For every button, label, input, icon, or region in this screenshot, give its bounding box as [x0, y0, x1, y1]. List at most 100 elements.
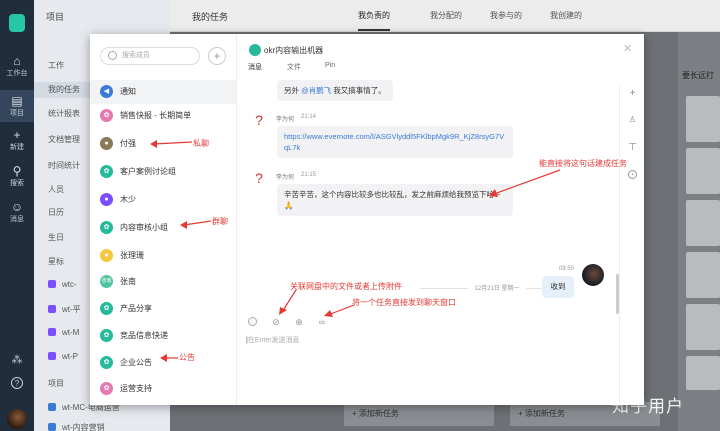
- main-header: 我的任务 我负责的 我分配的 我参与的 我创建的: [170, 0, 720, 32]
- tab-files[interactable]: 文件: [287, 62, 301, 72]
- sidebar-star-item[interactable]: wt-M: [48, 328, 79, 337]
- message-time: 21:15: [301, 172, 317, 178]
- close-icon[interactable]: ✕: [623, 42, 632, 55]
- project-dot: [48, 403, 56, 411]
- rail-item-messages[interactable]: ☺ 消息: [0, 200, 34, 224]
- tab-my-created[interactable]: 我创建的: [550, 10, 582, 21]
- message-bubble[interactable]: 辛苦辛苦，这个内容比较多也比较乱，发之前麻烦给我预览下哈 ~ 🙏: [277, 184, 513, 216]
- message-bubble[interactable]: 另外 @肖鹏飞 我又搞事情了。: [277, 80, 393, 101]
- task-card[interactable]: [686, 304, 720, 350]
- sidebar-item[interactable]: 人员: [48, 184, 64, 195]
- notification-icon: ◀: [100, 85, 113, 98]
- project-icon: ▤: [11, 94, 23, 108]
- avatar[interactable]: ?: [251, 112, 267, 128]
- contact-item[interactable]: ● 木少: [90, 188, 237, 212]
- task-card[interactable]: [686, 200, 720, 246]
- add-task-button[interactable]: + 添加新任务: [344, 402, 494, 426]
- pin-top-icon[interactable]: ⊤: [627, 142, 638, 153]
- sidebar-item[interactable]: 时间统计: [48, 160, 80, 171]
- emoji-icon[interactable]: [248, 317, 257, 326]
- task-card[interactable]: [686, 356, 720, 390]
- chat-title: okr内容输出机器: [264, 46, 324, 55]
- annotation-announcement: 公告: [179, 353, 195, 362]
- group-icon: ✿: [100, 165, 113, 178]
- annotation-group-chat: 群聊: [212, 217, 228, 226]
- task-card[interactable]: [686, 252, 720, 298]
- contact-item[interactable]: ● 张理珊: [90, 244, 237, 268]
- sidebar-star-item[interactable]: wtc-: [48, 280, 77, 289]
- rail-item-new[interactable]: + 新建: [0, 128, 34, 152]
- apps-icon[interactable]: ⁂: [9, 352, 25, 368]
- task-card[interactable]: [686, 96, 720, 142]
- tab-my-participating[interactable]: 我参与的: [490, 10, 522, 21]
- task-icon[interactable]: •: [628, 170, 637, 179]
- page-title: 我的任务: [192, 12, 229, 22]
- rail-item-search[interactable]: ⚲ 搜索: [0, 164, 34, 188]
- add-icon[interactable]: +: [627, 88, 638, 99]
- sidebar-group-star[interactable]: 星标: [48, 256, 64, 267]
- sidebar-item[interactable]: 日历: [48, 207, 64, 218]
- contact-item[interactable]: ✿ 竞品信息快递: [90, 324, 237, 348]
- contact-item[interactable]: ◀ 通知: [90, 80, 237, 104]
- sidebar-group-work[interactable]: 工作: [48, 60, 64, 71]
- board-column-title: 要长远打: [682, 71, 714, 80]
- sidebar-item[interactable]: 文档管理: [48, 134, 80, 145]
- project-dot: [48, 423, 56, 431]
- avatar: ●: [100, 193, 113, 206]
- user-avatar[interactable]: [7, 409, 27, 429]
- project-dot: [48, 280, 56, 288]
- help-icon[interactable]: ?: [11, 377, 23, 389]
- tab-pin[interactable]: Pin: [325, 62, 335, 69]
- message-input[interactable]: |在Enter发送消息: [246, 335, 300, 345]
- group-icon: ✿: [100, 302, 113, 315]
- sidebar-title: 项目: [46, 12, 65, 22]
- task-card[interactable]: [686, 148, 720, 194]
- annotation-arrow: [180, 220, 212, 229]
- my-avatar[interactable]: [582, 264, 604, 286]
- annotation-arrow: [160, 354, 178, 362]
- tab-messages[interactable]: 消息: [248, 62, 262, 72]
- project-dot: [48, 305, 56, 313]
- project-dot: [48, 328, 56, 336]
- annotation-arrow: [279, 289, 297, 315]
- members-icon[interactable]: ♙: [627, 114, 638, 125]
- rail-item-workbench[interactable]: ⌂ 工作台: [0, 54, 34, 78]
- sidebar-star-item[interactable]: wt-平: [48, 304, 81, 315]
- attachment-icon[interactable]: ⊘: [271, 317, 281, 327]
- link-icon[interactable]: ∞: [317, 317, 327, 327]
- contact-item[interactable]: ✿ 销售快报 - 长期简单: [90, 104, 237, 128]
- sidebar-item[interactable]: 统计报表: [48, 108, 80, 119]
- sidebar-project-item[interactable]: wt-内容营销: [48, 422, 105, 431]
- add-chat-button[interactable]: +: [208, 47, 226, 65]
- search-icon: [108, 51, 117, 60]
- avatar[interactable]: ?: [251, 170, 267, 186]
- annotation-send-task: 将一个任务直接发到聊天窗口: [352, 298, 456, 307]
- message-bubble[interactable]: https://www.evernote.com/l/ASGVlyddl5FKl…: [277, 126, 513, 158]
- group-icon: ✿: [100, 221, 113, 234]
- search-input[interactable]: 搜索成员: [100, 47, 200, 65]
- scrollbar[interactable]: [616, 274, 619, 314]
- task-link-icon[interactable]: ⊕: [294, 317, 304, 327]
- sender-name: 李为何: [276, 175, 295, 181]
- tab-my-responsible[interactable]: 我负责的: [358, 10, 390, 31]
- home-icon: ⌂: [13, 54, 21, 68]
- message-link[interactable]: https://www.evernote.com/l/ASGVlyddl5FKl…: [284, 132, 504, 152]
- rail-item-projects[interactable]: ▤ 项目: [0, 90, 34, 122]
- message-time: 09:50: [559, 266, 575, 272]
- my-message-bubble[interactable]: 收到: [542, 276, 574, 298]
- avatar: 张南: [100, 275, 113, 288]
- contact-item[interactable]: ✿ 运营支持: [90, 377, 237, 401]
- message-time: 21:14: [301, 114, 317, 120]
- sidebar-group-projects[interactable]: 项目: [48, 378, 64, 389]
- mention-link[interactable]: @肖鹏飞: [301, 86, 331, 95]
- group-icon: ✿: [100, 356, 113, 369]
- avatar: ●: [100, 249, 113, 262]
- sidebar-star-item[interactable]: wt-P: [48, 352, 78, 361]
- contact-item[interactable]: ✿ 客户案例讨论组: [90, 160, 237, 184]
- app-logo: [9, 14, 25, 32]
- group-icon: ✿: [100, 382, 113, 395]
- contact-item[interactable]: ✿ 产品分享: [90, 297, 237, 321]
- sidebar-item[interactable]: 生日: [48, 232, 64, 243]
- contact-item[interactable]: 张南 张南: [90, 270, 237, 294]
- tab-my-assigned[interactable]: 我分配的: [430, 10, 462, 21]
